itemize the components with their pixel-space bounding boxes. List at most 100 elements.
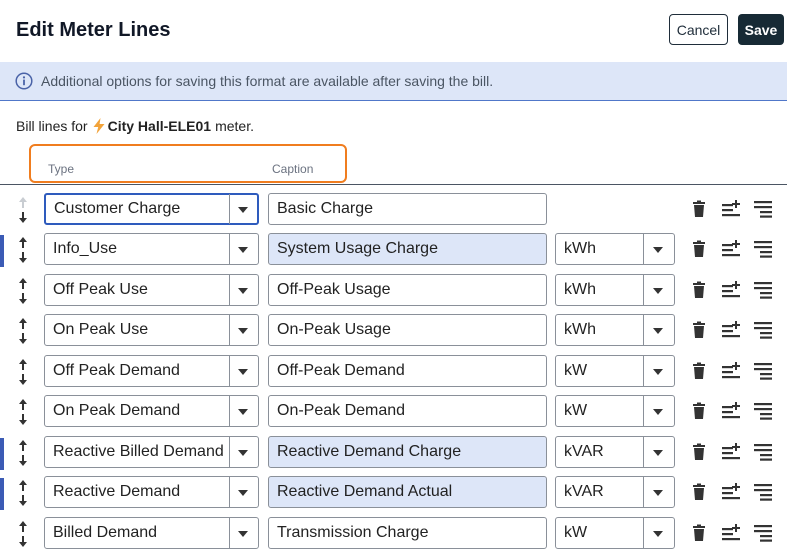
unit-select-divider	[643, 356, 644, 386]
insert-line-icon[interactable]	[722, 443, 740, 461]
line-options-icon[interactable]	[754, 443, 772, 461]
type-select-divider	[229, 518, 230, 548]
insert-line-icon[interactable]	[722, 240, 740, 258]
delete-icon[interactable]	[690, 281, 708, 299]
chevron-down-icon[interactable]	[238, 531, 248, 537]
cancel-button[interactable]: Cancel	[669, 14, 728, 45]
type-select-divider	[229, 234, 230, 264]
delete-icon[interactable]	[690, 524, 708, 542]
reorder-arrows-icon[interactable]	[15, 316, 31, 346]
insert-line-icon[interactable]	[722, 524, 740, 542]
insert-line-icon[interactable]	[722, 362, 740, 380]
chevron-down-icon[interactable]	[238, 207, 248, 213]
lightning-bolt-icon	[93, 118, 105, 134]
insert-line-icon[interactable]	[722, 321, 740, 339]
caption-input[interactable]: System Usage Charge	[268, 233, 547, 265]
line-options-icon[interactable]	[754, 483, 772, 501]
reorder-arrows-icon[interactable]	[15, 195, 31, 225]
caption-input[interactable]: On-Peak Demand	[268, 395, 547, 427]
bill-lines-caption: Bill lines for City Hall-ELE01 meter.	[16, 118, 254, 134]
type-select[interactable]: Reactive Billed Demand	[44, 436, 259, 468]
chevron-down-icon[interactable]	[653, 288, 663, 294]
line-options-icon[interactable]	[754, 524, 772, 542]
type-select[interactable]: On Peak Use	[44, 314, 259, 346]
chevron-down-icon[interactable]	[238, 247, 248, 253]
chevron-down-icon[interactable]	[238, 369, 248, 375]
delete-icon[interactable]	[690, 443, 708, 461]
caption-input[interactable]: Off-Peak Demand	[268, 355, 547, 387]
caption-input[interactable]: On-Peak Usage	[268, 314, 547, 346]
type-select-divider	[229, 356, 230, 386]
reorder-arrows-icon[interactable]	[15, 235, 31, 265]
caption-input[interactable]: Reactive Demand Actual	[268, 476, 547, 508]
row-changed-marker	[0, 235, 4, 267]
type-select[interactable]: Reactive Demand	[44, 476, 259, 508]
delete-icon[interactable]	[690, 483, 708, 501]
insert-line-icon[interactable]	[722, 281, 740, 299]
meter-line-row: Billed Demand Transmission Charge kW	[0, 517, 787, 551]
chevron-down-icon[interactable]	[653, 247, 663, 253]
reorder-arrows-icon[interactable]	[15, 438, 31, 468]
insert-line-icon[interactable]	[722, 402, 740, 420]
line-options-icon[interactable]	[754, 321, 772, 339]
chevron-down-icon[interactable]	[238, 328, 248, 334]
type-select[interactable]: Info_Use	[44, 233, 259, 265]
delete-icon[interactable]	[690, 321, 708, 339]
caption-input[interactable]: Transmission Charge	[268, 517, 547, 549]
type-select[interactable]: On Peak Demand	[44, 395, 259, 427]
banner-text: Additional options for saving this forma…	[41, 73, 494, 89]
type-select-divider	[229, 477, 230, 507]
unit-select-divider	[643, 275, 644, 305]
type-select[interactable]: Billed Demand	[44, 517, 259, 549]
unit-select-divider	[643, 477, 644, 507]
reorder-arrows-icon[interactable]	[15, 276, 31, 306]
meter-line-row: Customer Charge Basic Charge	[0, 193, 787, 227]
reorder-arrows-icon[interactable]	[15, 519, 31, 549]
column-headers: Type Caption	[29, 144, 347, 183]
insert-line-icon[interactable]	[722, 200, 740, 218]
info-banner: Additional options for saving this forma…	[0, 62, 787, 101]
reorder-arrows-icon[interactable]	[15, 478, 31, 508]
type-select[interactable]: Customer Charge	[44, 193, 259, 225]
meter-name: City Hall-ELE01	[107, 118, 212, 134]
delete-icon[interactable]	[690, 240, 708, 258]
line-options-icon[interactable]	[754, 402, 772, 420]
chevron-down-icon[interactable]	[238, 288, 248, 294]
type-select-divider	[229, 194, 230, 224]
delete-icon[interactable]	[690, 200, 708, 218]
delete-icon[interactable]	[690, 402, 708, 420]
column-header-caption: Caption	[272, 162, 314, 176]
line-options-icon[interactable]	[754, 362, 772, 380]
unit-select-divider	[643, 518, 644, 548]
meter-line-row: Reactive Billed Demand Reactive Demand Ch…	[0, 436, 787, 470]
type-select-divider	[229, 275, 230, 305]
chevron-down-icon[interactable]	[238, 450, 248, 456]
chevron-down-icon[interactable]	[653, 409, 663, 415]
type-select[interactable]: Off Peak Use	[44, 274, 259, 306]
delete-icon[interactable]	[690, 362, 708, 380]
type-select-divider	[229, 315, 230, 345]
type-select-divider	[229, 396, 230, 426]
chevron-down-icon[interactable]	[653, 369, 663, 375]
chevron-down-icon[interactable]	[238, 490, 248, 496]
caption-input[interactable]: Basic Charge	[268, 193, 547, 225]
meter-line-row: On Peak Use On-Peak Usage kWh	[0, 314, 787, 348]
row-changed-marker	[0, 438, 4, 470]
reorder-arrows-icon[interactable]	[15, 397, 31, 427]
chevron-down-icon[interactable]	[653, 531, 663, 537]
chevron-down-icon[interactable]	[653, 490, 663, 496]
chevron-down-icon[interactable]	[653, 450, 663, 456]
caption-input[interactable]: Off-Peak Usage	[268, 274, 547, 306]
chevron-down-icon[interactable]	[238, 409, 248, 415]
reorder-arrows-icon[interactable]	[15, 357, 31, 387]
line-options-icon[interactable]	[754, 240, 772, 258]
save-button[interactable]: Save	[738, 14, 784, 45]
chevron-down-icon[interactable]	[653, 328, 663, 334]
line-options-icon[interactable]	[754, 200, 772, 218]
meter-line-row: Info_Use System Usage Charge kWh	[0, 233, 787, 267]
line-options-icon[interactable]	[754, 281, 772, 299]
type-select[interactable]: Off Peak Demand	[44, 355, 259, 387]
caption-input[interactable]: Reactive Demand Charge	[268, 436, 547, 468]
insert-line-icon[interactable]	[722, 483, 740, 501]
dialog-title: Edit Meter Lines	[16, 19, 171, 41]
